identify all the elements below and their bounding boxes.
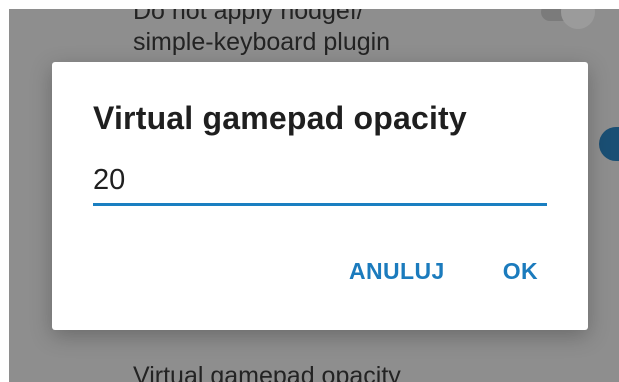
dialog-actions: ANULUJ OK: [349, 258, 538, 285]
opacity-input[interactable]: [93, 162, 547, 206]
setting-plugin-label-line1: Do not apply nodgef/: [133, 9, 364, 25]
ok-button[interactable]: OK: [503, 258, 538, 285]
dialog-title: Virtual gamepad opacity: [93, 100, 467, 136]
plugin-toggle-thumb: [561, 9, 595, 29]
setting-opacity-label: Virtual gamepad opacity: [133, 362, 401, 382]
setting-plugin-label-line2: simple-keyboard plugin: [133, 28, 391, 56]
opacity-dialog: Virtual gamepad opacity ANULUJ OK: [52, 62, 588, 330]
cancel-button[interactable]: ANULUJ: [349, 258, 445, 285]
setting-plugin-label: Do not apply nodgef/ simple-keyboard plu…: [133, 9, 390, 58]
setting-toggle-thumb: [599, 127, 619, 161]
